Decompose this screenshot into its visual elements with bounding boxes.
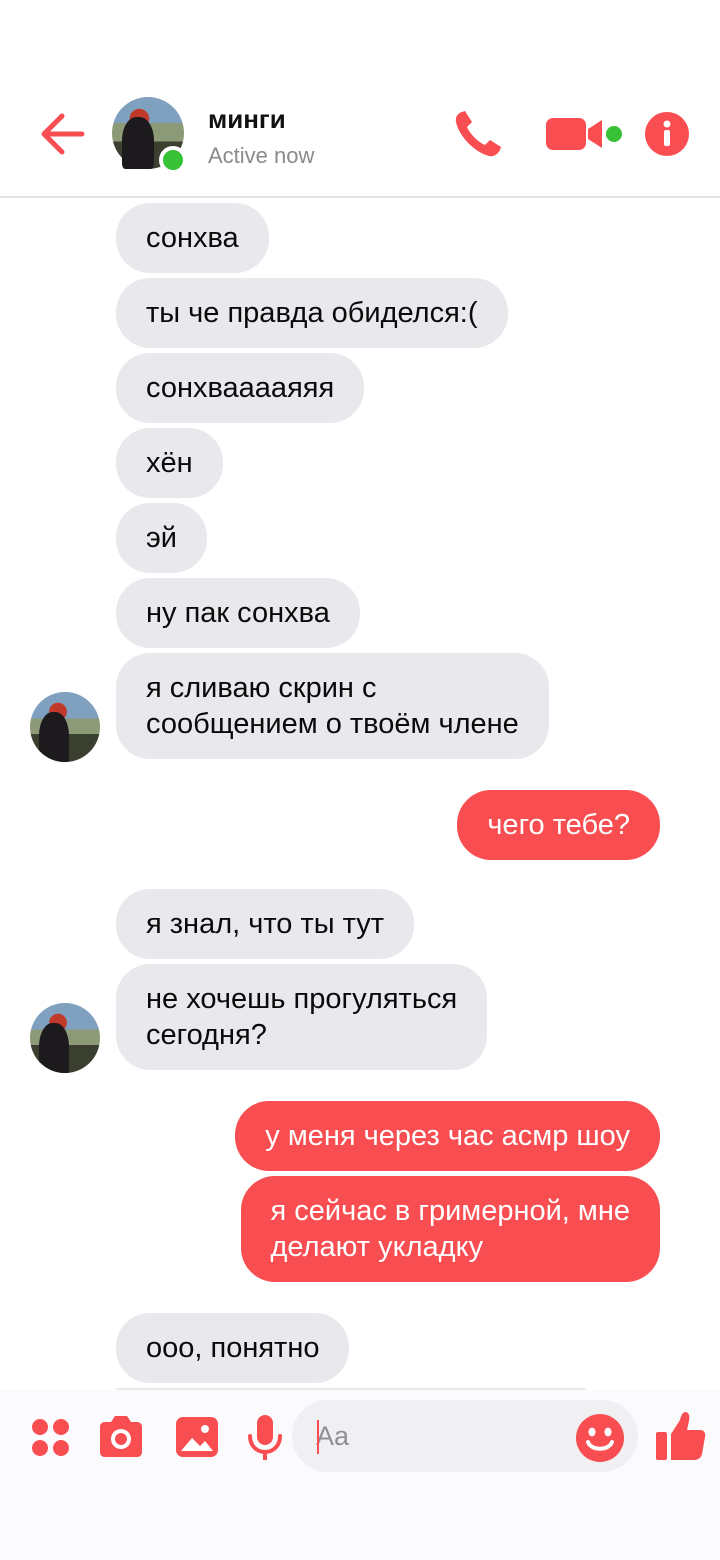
message-input[interactable]: [316, 1416, 566, 1456]
phone-icon[interactable]: [448, 104, 508, 164]
outgoing-message[interactable]: я сейчас в гримерной, мне делают укладку: [240, 1176, 660, 1282]
thumbs-up-icon[interactable]: [652, 1408, 708, 1464]
microphone-icon[interactable]: [240, 1410, 290, 1464]
incoming-message[interactable]: сонхвааааяяя: [116, 353, 365, 423]
outgoing-message[interactable]: чего тебе?: [457, 790, 660, 860]
chat-header: минги Active now: [0, 0, 720, 198]
apps-icon[interactable]: [26, 1410, 76, 1464]
back-arrow-icon[interactable]: [36, 108, 88, 160]
emoji-icon[interactable]: [574, 1412, 626, 1464]
text-cursor: [317, 1420, 319, 1454]
incoming-message[interactable]: хён: [116, 428, 223, 498]
outgoing-message[interactable]: у меня через час асмр шоу: [235, 1101, 660, 1171]
incoming-message[interactable]: я знал, что ты тут: [116, 889, 415, 959]
video-camera-icon[interactable]: [542, 104, 626, 164]
online-indicator: [159, 146, 187, 174]
contact-name[interactable]: минги: [208, 104, 286, 135]
info-icon[interactable]: [640, 104, 700, 164]
contact-avatar[interactable]: [30, 1003, 100, 1073]
message-list[interactable]: сонхва ты че правда обиделся:( сонхваааа…: [0, 200, 720, 1390]
contact-avatar[interactable]: [30, 692, 100, 762]
camera-icon[interactable]: [96, 1410, 146, 1464]
incoming-message[interactable]: ну пак сонхва: [116, 578, 360, 648]
incoming-message[interactable]: ооо, понятно: [116, 1313, 350, 1383]
incoming-message[interactable]: сонхва: [116, 203, 269, 273]
incoming-message[interactable]: ты че правда обиделся:(: [116, 278, 508, 348]
contact-status: Active now: [208, 143, 315, 168]
photo-icon[interactable]: [172, 1410, 222, 1464]
incoming-message[interactable]: эй: [116, 503, 207, 573]
incoming-message[interactable]: не хочешь прогуляться сегодня?: [116, 964, 488, 1070]
incoming-message[interactable]: я сливаю скрин с сообщением о твоём член…: [116, 653, 549, 759]
